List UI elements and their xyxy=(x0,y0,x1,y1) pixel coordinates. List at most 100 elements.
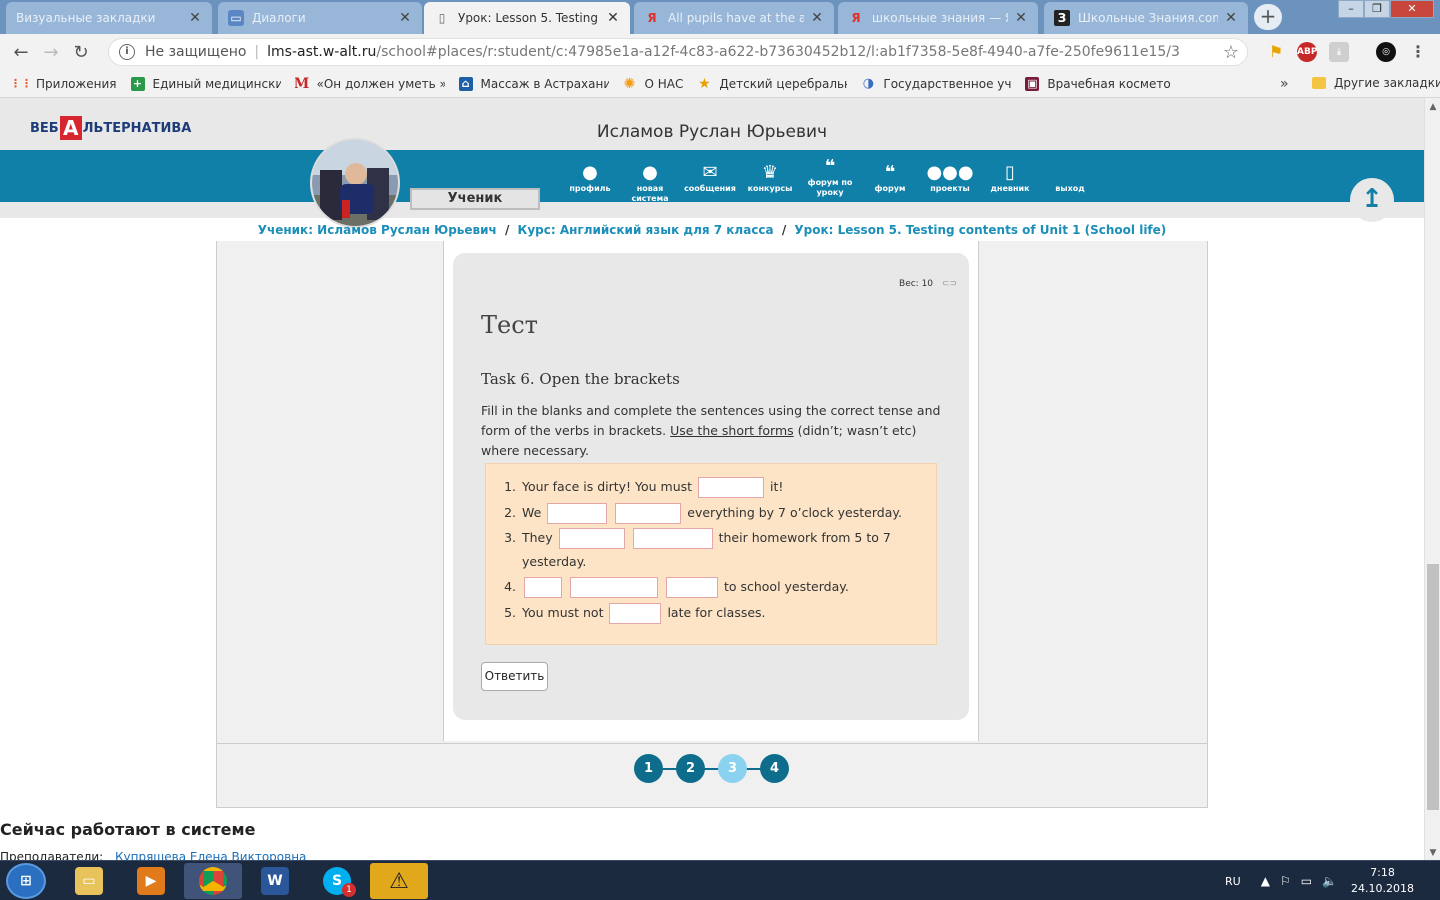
breadcrumb-student[interactable]: Ученик: Исламов Руслан Юрьевич xyxy=(258,223,497,237)
trophy-icon: ♛ xyxy=(761,162,779,183)
yandex-icon: Я xyxy=(851,11,861,25)
nav-exit[interactable]: выход xyxy=(1038,162,1102,194)
tray-expand-icon[interactable]: ▲ xyxy=(1261,874,1270,888)
nav-forum[interactable]: ❝ форум xyxy=(858,162,922,194)
answer-input-5[interactable] xyxy=(609,603,662,624)
tab-yandex-pupils[interactable]: Я All pupils have at the ages ✕ xyxy=(634,2,834,34)
folder-icon: ▭ xyxy=(75,867,103,895)
bookmark-label: Государственное уч xyxy=(883,76,1012,91)
answer-input-4c[interactable] xyxy=(665,577,718,598)
tab-lesson[interactable]: ▯ Урок: Lesson 5. Testing co ✕ xyxy=(424,2,630,34)
new-tab-button[interactable]: + xyxy=(1254,4,1282,30)
breadcrumb-course[interactable]: Курс: Английский язык для 7 класса xyxy=(518,223,774,237)
taskbar-chrome[interactable] xyxy=(184,863,242,899)
close-icon[interactable]: ✕ xyxy=(606,10,620,26)
page-scrollbar[interactable]: ▲ ▼ xyxy=(1424,98,1440,860)
answer-input-4b[interactable] xyxy=(569,577,658,598)
teacher-link[interactable]: Купряшева Елена Викторовна xyxy=(115,850,306,860)
close-icon[interactable]: ✕ xyxy=(1224,10,1238,26)
reload-icon[interactable]: ↻ xyxy=(66,42,96,63)
extension-circle-icon[interactable]: ◎ xyxy=(1376,42,1396,62)
exercise-item: 4. to school yesterday. xyxy=(500,574,920,600)
avatar[interactable] xyxy=(310,138,400,228)
language-indicator[interactable]: RU xyxy=(1225,875,1241,888)
clock[interactable]: 7:18 24.10.2018 xyxy=(1351,865,1414,897)
bookmarks-overflow-button[interactable]: » xyxy=(1280,76,1289,92)
adblock-icon[interactable]: ABP xyxy=(1297,42,1317,62)
browser-tab-strip: Визуальные закладки ✕ ▭ Диалоги ✕ ▯ Урок… xyxy=(0,0,1440,34)
other-bookmarks[interactable]: Другие закладки xyxy=(1312,76,1440,90)
page-2-button[interactable]: 2 xyxy=(676,754,705,783)
pdf-extension-icon[interactable]: ⤓ xyxy=(1329,42,1349,62)
nav-contests[interactable]: ♛ конкурсы xyxy=(738,162,802,194)
bookmark-government[interactable]: ◑ Государственное уч xyxy=(861,76,1012,91)
tab-yandex-znaniya[interactable]: Я школьные знания — Янде ✕ xyxy=(838,2,1038,34)
bookmark-cosmetics[interactable]: ▣ Врачебная космето xyxy=(1025,76,1171,91)
minimize-icon[interactable]: – xyxy=(1338,0,1364,18)
close-icon[interactable]: ✕ xyxy=(398,10,412,26)
answer-input-3a[interactable] xyxy=(558,528,625,549)
bookmark-children[interactable]: ★ Детский церебральн xyxy=(697,77,847,91)
task-instructions: Fill in the blanks and complete the sent… xyxy=(481,401,941,461)
volume-icon[interactable]: 🔈 xyxy=(1322,874,1337,888)
forward-icon[interactable]: → xyxy=(36,42,66,63)
tab-dialogs[interactable]: ▭ Диалоги ✕ xyxy=(218,2,422,34)
back-icon[interactable]: ← xyxy=(6,42,36,63)
page-3-button[interactable]: 3 xyxy=(718,754,747,783)
nav-label: выход xyxy=(1055,184,1085,193)
nav-label: форум xyxy=(874,184,906,193)
tab-visual-bookmarks[interactable]: Визуальные закладки ✕ xyxy=(6,2,212,34)
omnibox-separator: | xyxy=(254,44,260,60)
breadcrumb: Ученик: Исламов Руслан Юрьевич / Курс: А… xyxy=(0,223,1424,237)
page-4-button[interactable]: 4 xyxy=(760,754,789,783)
page-1-button[interactable]: 1 xyxy=(634,754,663,783)
item-number: 5. xyxy=(504,605,516,620)
info-icon[interactable]: i xyxy=(119,44,135,60)
bookmark-massage[interactable]: ⌂ Массаж в Астрахани xyxy=(458,76,609,91)
action-center-flag-icon[interactable]: ⚐ xyxy=(1280,874,1291,888)
nav-profile[interactable]: ● профиль xyxy=(558,162,622,194)
answer-input-2a[interactable] xyxy=(547,503,608,524)
bookmark-star-icon[interactable]: ☆ xyxy=(1223,42,1239,63)
media-player-icon: ▶ xyxy=(137,867,165,895)
close-icon[interactable]: ✕ xyxy=(810,10,824,26)
bookmark-medical[interactable]: + Единый медицински xyxy=(130,76,281,91)
building-icon: ⌂ xyxy=(458,76,473,91)
nav-diary[interactable]: ▯ дневник xyxy=(978,162,1042,194)
taskbar-word[interactable]: W xyxy=(246,863,304,899)
answer-input-4a[interactable] xyxy=(524,577,562,598)
scroll-thumb[interactable] xyxy=(1427,564,1439,810)
scroll-down-icon[interactable]: ▼ xyxy=(1425,848,1440,858)
scroll-up-icon[interactable]: ▲ xyxy=(1425,102,1440,112)
bookmark-apps[interactable]: ⋮⋮ Приложения xyxy=(14,77,117,91)
answer-input-1[interactable] xyxy=(698,477,765,498)
taskbar-media-player[interactable]: ▶ xyxy=(122,863,180,899)
menu-dots-icon[interactable]: ⋮ xyxy=(1408,42,1428,62)
window-close-icon[interactable]: ✕ xyxy=(1390,0,1434,18)
answer-input-2b[interactable] xyxy=(615,503,682,524)
online-now-heading: Сейчас работают в системе xyxy=(0,820,256,839)
close-icon[interactable]: ✕ xyxy=(188,10,202,26)
taskbar-warning-app[interactable]: ⚠ xyxy=(370,863,428,899)
tab-znanija-com[interactable]: З Школьные Знания.com - ✕ xyxy=(1044,2,1248,34)
network-icon[interactable]: ▭ xyxy=(1301,874,1312,888)
apps-grid-icon: ⋮⋮ xyxy=(14,77,32,90)
scroll-top-icon[interactable]: ↥ xyxy=(1350,178,1394,222)
answer-input-3b[interactable] xyxy=(632,528,713,549)
nav-lesson-forum[interactable]: ❝ форум по уроку xyxy=(798,156,862,198)
nav-new-system[interactable]: ● новая система xyxy=(618,162,682,204)
taskbar-skype[interactable]: S 1 xyxy=(308,863,366,899)
flag-extension-icon[interactable]: ⚑ xyxy=(1266,42,1286,62)
close-icon[interactable]: ✕ xyxy=(1014,10,1028,26)
breadcrumb-lesson[interactable]: Урок: Lesson 5. Testing contents of Unit… xyxy=(794,223,1166,237)
link-icon[interactable]: ⊂⊃ xyxy=(942,279,957,289)
maximize-icon[interactable]: ❐ xyxy=(1364,0,1390,18)
answer-button[interactable]: Ответить xyxy=(481,662,548,691)
start-button[interactable]: ⊞ xyxy=(6,863,46,899)
nav-projects[interactable]: ●●● проекты xyxy=(918,162,982,194)
address-bar[interactable]: i Не защищено | lms-ast.w-alt.ru/school#… xyxy=(108,38,1248,66)
bookmark-must-know[interactable]: M «Он должен уметь » xyxy=(295,77,445,91)
nav-messages[interactable]: ✉ сообщения xyxy=(678,162,742,194)
taskbar-explorer[interactable]: ▭ xyxy=(60,863,118,899)
bookmark-about[interactable]: ✺ О НАС xyxy=(623,77,684,91)
